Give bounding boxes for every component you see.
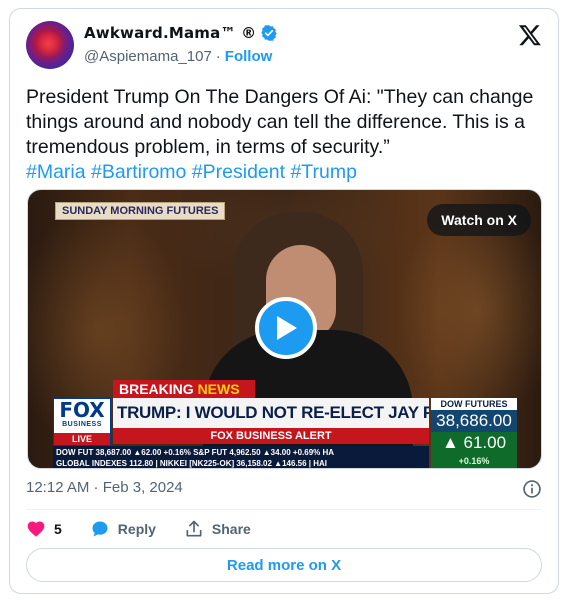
breaking-news-label: NEWS	[197, 381, 240, 397]
avatar[interactable]	[26, 21, 74, 69]
action-bar: 5 Reply Share	[26, 518, 279, 540]
video-player[interactable]: SUNDAY MORNING FUTURES Watch on X BREAKI…	[27, 189, 542, 469]
network-logo-text: FOX	[59, 398, 105, 422]
dow-label: DOW FUTURES	[431, 398, 517, 410]
x-logo-icon[interactable]	[518, 23, 542, 47]
share-button[interactable]: Share	[184, 519, 251, 539]
breaking-label: BREAKING	[119, 381, 194, 397]
verified-badge-icon	[261, 25, 278, 41]
reply-button[interactable]: Reply	[90, 519, 156, 539]
tweet-timestamp[interactable]: 12:12 AM · Feb 3, 2024	[26, 479, 183, 496]
tweet-header: Awkward.Mama™ ® @Aspiemama_107 · Follow	[26, 21, 542, 77]
breaking-news-bar: BREAKING NEWS	[113, 380, 255, 398]
handle[interactable]: @Aspiemama_107	[84, 48, 212, 65]
watch-on-x-button[interactable]: Watch on X	[427, 204, 531, 236]
separator-dot: ·	[215, 48, 221, 65]
tweet-hashtags[interactable]: #Maria #Bartiromo #President #Trump	[26, 161, 357, 183]
tweet-text: President Trump On The Dangers Of Ai: "T…	[26, 85, 546, 185]
live-badge: LIVE	[54, 433, 110, 445]
read-more-button[interactable]: Read more on X	[26, 548, 542, 582]
share-label: Share	[211, 521, 251, 537]
ticker-row: DOW FUT 38,687.00 ▲62.00 +0.16% S&P FUT …	[56, 448, 335, 457]
reply-label: Reply	[117, 521, 156, 537]
chyron-headline: TRUMP: I WOULD NOT RE-ELECT JAY POWELL	[113, 398, 429, 428]
handle-line: @Aspiemama_107 · Follow	[84, 48, 272, 65]
dow-futures-box: DOW FUTURES 38,686.00 ▲ 61.00 +0.16%	[431, 398, 517, 468]
show-tag: SUNDAY MORNING FUTURES	[55, 202, 226, 220]
reply-bubble-icon	[92, 521, 108, 537]
ticker-row: GLOBAL INDEXES 112.80 | NIKKEI [NK225-OK…	[56, 459, 328, 468]
heart-icon	[27, 521, 45, 537]
follow-button[interactable]: Follow	[225, 48, 273, 65]
tweet-card: Awkward.Mama™ ® @Aspiemama_107 · Follow …	[9, 8, 559, 594]
like-button[interactable]: 5	[26, 519, 62, 539]
play-icon	[277, 316, 297, 340]
dow-change: ▲ 61.00	[431, 432, 517, 454]
network-sub-text: BUSINESS	[62, 421, 102, 428]
alert-bar: FOX BUSINESS ALERT	[113, 428, 429, 444]
like-count: 5	[54, 521, 62, 537]
info-icon[interactable]	[522, 479, 542, 499]
play-button[interactable]	[255, 297, 317, 359]
dow-value: 38,686.00	[431, 410, 517, 432]
share-upload-icon	[186, 520, 202, 537]
dow-percent: +0.16%	[431, 454, 517, 468]
tweet-body: President Trump On The Dangers Of Ai: "T…	[26, 86, 534, 158]
market-ticker: DOW FUT 38,687.00 ▲62.00 +0.16% S&P FUT …	[53, 446, 429, 468]
divider	[26, 509, 542, 510]
name-line: Awkward.Mama™ ®	[84, 24, 278, 42]
display-name[interactable]: Awkward.Mama™ ®	[84, 24, 256, 42]
fox-business-logo: FOX BUSINESS LIVE	[53, 398, 111, 446]
